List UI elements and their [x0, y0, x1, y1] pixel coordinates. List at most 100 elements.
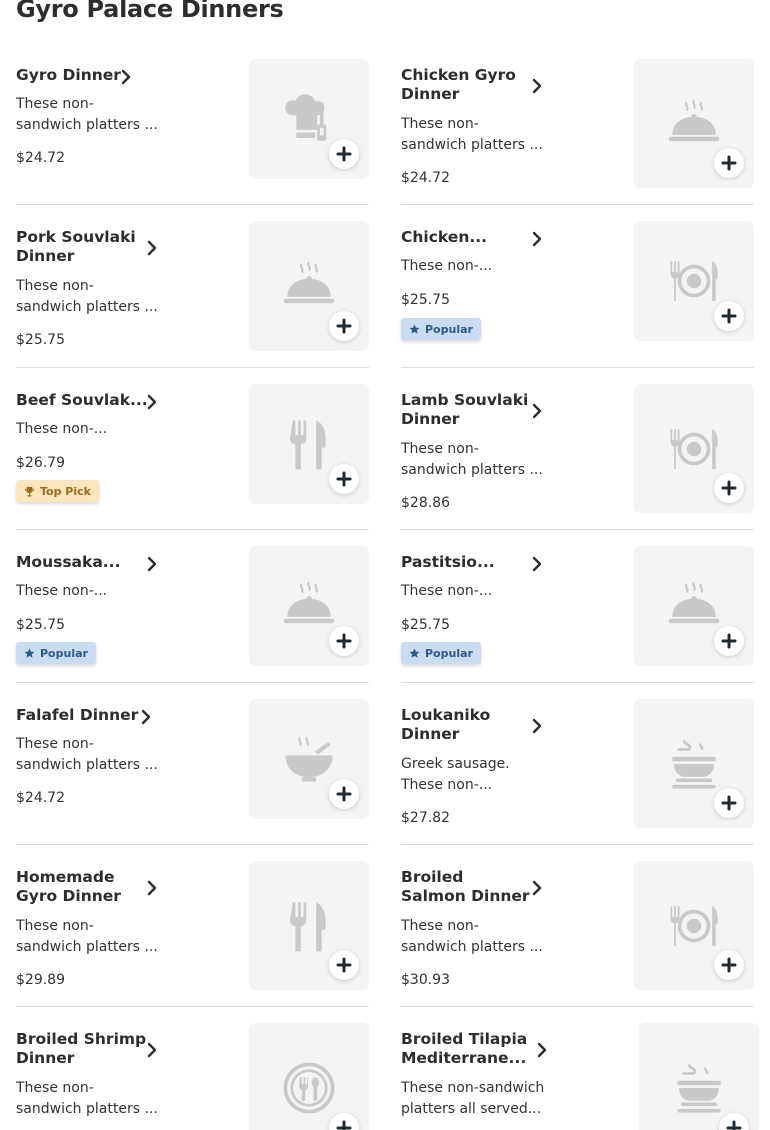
- item-divider: [16, 1006, 369, 1007]
- menu-item-price: $25.75: [401, 292, 450, 308]
- trophy-icon: [24, 486, 35, 497]
- item-divider: [401, 1006, 754, 1007]
- star-icon: [24, 647, 35, 659]
- menu-item-name[interactable]: Moussaka...: [16, 553, 161, 572]
- menu-item-description: Greek sausage. These non-...: [401, 756, 510, 793]
- menu-item-image[interactable]: [634, 546, 754, 666]
- menu-item-image[interactable]: [249, 221, 369, 351]
- menu-item-description: These non- sandwich platters ...: [401, 441, 543, 478]
- cloche-icon: [665, 577, 723, 635]
- chevron-right-icon[interactable]: [531, 556, 543, 572]
- add-to-cart-button[interactable]: [329, 950, 359, 980]
- plus-icon: [336, 146, 352, 162]
- menu-item-description: These non- sandwich platters ...: [16, 278, 158, 315]
- section-title: Gyro Palace Dinners: [16, 0, 284, 23]
- add-to-cart-button[interactable]: [714, 473, 744, 503]
- soup-icon: [670, 1059, 728, 1117]
- chevron-right-icon[interactable]: [140, 709, 152, 725]
- item-divider: [401, 682, 754, 683]
- add-to-cart-button[interactable]: [329, 139, 359, 169]
- chevron-right-icon[interactable]: [146, 1042, 158, 1058]
- menu-item-image[interactable]: [249, 384, 369, 504]
- add-to-cart-button[interactable]: [329, 626, 359, 656]
- menu-item-description: These non- sandwich platters ...: [16, 96, 158, 133]
- menu-item-image[interactable]: [634, 221, 754, 341]
- plus-icon: [336, 1120, 352, 1130]
- menu-item-description: These non-sandwich platters all served..…: [401, 1080, 545, 1117]
- menu-item-image[interactable]: [249, 1023, 369, 1130]
- item-divider: [16, 367, 369, 368]
- add-to-cart-button[interactable]: [329, 779, 359, 809]
- menu-item-name[interactable]: Broiled Shrimp Dinner: [16, 1030, 161, 1068]
- soup-icon: [665, 735, 723, 793]
- menu-item-price: $28.86: [401, 495, 450, 511]
- menu-item-description: These non- sandwich platters ...: [16, 736, 158, 773]
- chevron-right-icon[interactable]: [146, 880, 158, 896]
- menu-item-image[interactable]: [249, 861, 369, 990]
- menu-item-image[interactable]: [249, 546, 369, 666]
- star-icon: [409, 647, 420, 659]
- plus-icon: [721, 308, 737, 324]
- add-to-cart-button[interactable]: [714, 301, 744, 331]
- menu-item-price: $27.82: [401, 810, 450, 826]
- badge-label: Popular: [425, 322, 473, 336]
- chevron-right-icon[interactable]: [531, 718, 543, 734]
- popular-badge: Popular: [401, 318, 481, 340]
- menu-item-image[interactable]: [639, 1023, 759, 1130]
- add-to-cart-button[interactable]: [329, 464, 359, 494]
- add-to-cart-button[interactable]: [714, 626, 744, 656]
- menu-item-name[interactable]: Chicken Gyro Dinner: [401, 66, 546, 104]
- menu-item-price: $24.72: [16, 150, 65, 166]
- menu-item-name[interactable]: Homemade Gyro Dinner: [16, 868, 161, 906]
- menu-item-name[interactable]: Gyro Dinner: [16, 66, 161, 85]
- menu-item-description: These non- sandwich platters ...: [401, 116, 543, 153]
- chevron-right-icon[interactable]: [146, 556, 158, 572]
- menu-item-name[interactable]: Broiled Salmon Dinner: [401, 868, 546, 906]
- menu-item-name[interactable]: Broiled Tilapia Mediterrane...: [401, 1030, 546, 1068]
- chevron-right-icon[interactable]: [146, 240, 158, 256]
- plus-icon: [721, 480, 737, 496]
- chevron-right-icon[interactable]: [536, 1042, 548, 1058]
- menu-item-image[interactable]: [249, 699, 369, 819]
- menu-item-name[interactable]: Pork Souvlaki Dinner: [16, 228, 161, 266]
- menu-item-name[interactable]: Loukaniko Dinner: [401, 706, 546, 744]
- plus-icon: [721, 795, 737, 811]
- plus-icon: [336, 786, 352, 802]
- chevron-right-icon[interactable]: [531, 880, 543, 896]
- menu-item-price: $24.72: [401, 170, 450, 186]
- fork-knife-icon: [280, 415, 338, 473]
- item-divider: [401, 844, 754, 845]
- add-to-cart-button[interactable]: [714, 788, 744, 818]
- item-divider: [401, 367, 754, 368]
- menu-item-name[interactable]: Pastitsio...: [401, 553, 546, 572]
- plate-cutlery-icon: [665, 252, 723, 310]
- menu-item-name[interactable]: Beef Souvlak...: [16, 391, 161, 410]
- menu-item-name[interactable]: Chicken...: [401, 228, 546, 247]
- menu-item-description: These non-...: [16, 421, 108, 437]
- menu-item-image[interactable]: [634, 699, 754, 828]
- plus-icon: [721, 155, 737, 171]
- chevron-right-icon[interactable]: [531, 403, 543, 419]
- menu-item-image[interactable]: [634, 384, 754, 513]
- chevron-right-icon[interactable]: [531, 231, 543, 247]
- badge-label: Top Pick: [40, 484, 91, 498]
- plus-icon: [336, 957, 352, 973]
- chevron-right-icon[interactable]: [531, 78, 543, 94]
- menu-item-image[interactable]: [249, 59, 369, 179]
- plus-icon: [336, 471, 352, 487]
- add-to-cart-button[interactable]: [714, 148, 744, 178]
- menu-item-image[interactable]: [634, 861, 754, 990]
- menu-item-description: These non- sandwich platters ...: [16, 918, 158, 955]
- menu-item-image[interactable]: [634, 59, 754, 188]
- chevron-right-icon[interactable]: [120, 69, 132, 85]
- bowl-spoon-icon: [280, 730, 338, 788]
- menu-item-price: $24.72: [16, 790, 65, 806]
- add-to-cart-button[interactable]: [714, 950, 744, 980]
- plus-icon: [726, 1120, 742, 1130]
- menu-item-name[interactable]: Lamb Souvlaki Dinner: [401, 391, 546, 429]
- item-divider: [401, 529, 754, 530]
- add-to-cart-button[interactable]: [329, 311, 359, 341]
- menu-item-description: These non-...: [401, 583, 493, 599]
- chevron-right-icon[interactable]: [146, 394, 158, 410]
- item-divider: [16, 529, 369, 530]
